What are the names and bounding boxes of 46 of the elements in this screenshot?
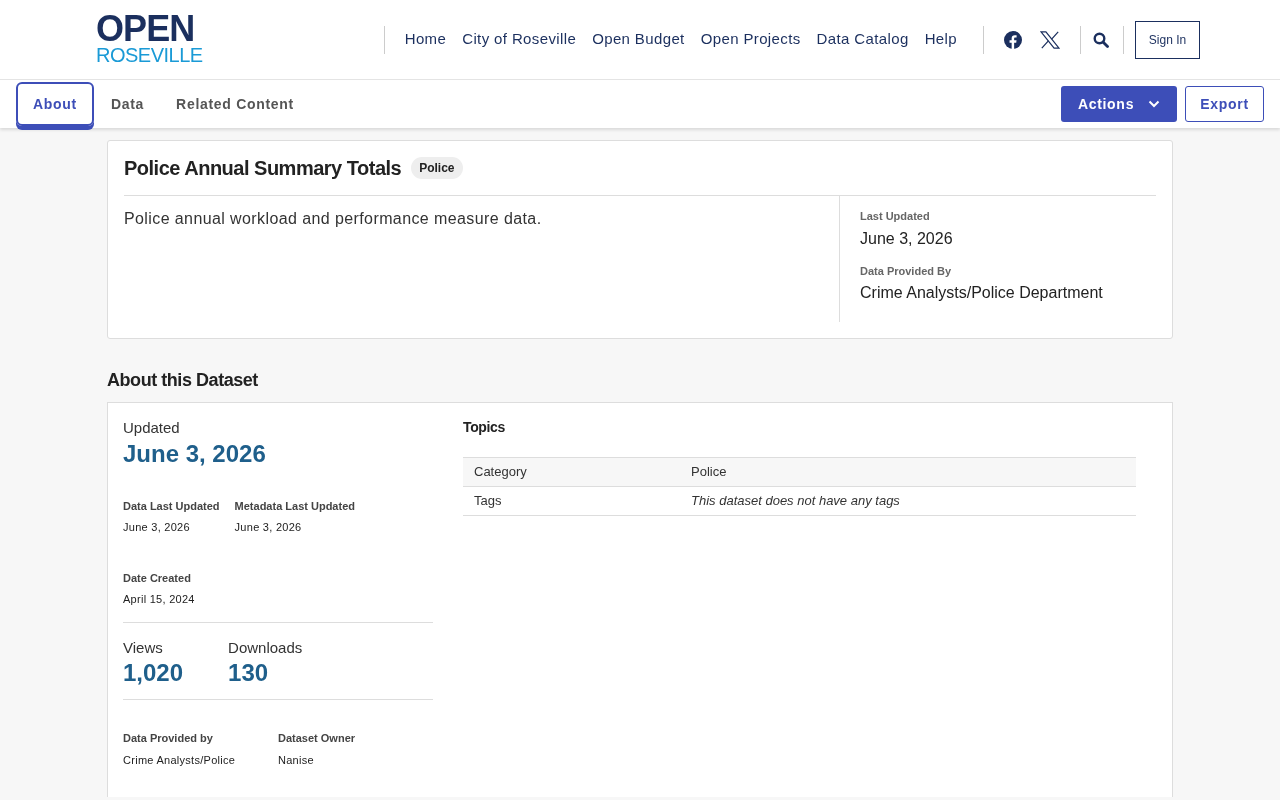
logo-subtitle: ROSEVILLE (96, 43, 203, 66)
field-label: Metadata Last Updated (234, 498, 355, 514)
nav-link[interactable]: Open Budget (592, 28, 685, 51)
search-icon[interactable] (1093, 31, 1109, 48)
dataset-title: Police Annual Summary Totals (124, 156, 402, 181)
section-heading: About this Dataset (107, 369, 259, 392)
field-value: June 3, 2026 (123, 520, 191, 535)
nav-link[interactable]: Home (404, 28, 447, 51)
facebook-icon[interactable] (1004, 30, 1022, 49)
category-tag[interactable]: Police (411, 157, 463, 179)
nav-link[interactable]: Data Catalog (816, 28, 909, 51)
nav-link[interactable]: City of Roseville (462, 28, 577, 51)
stat-label: Views (123, 637, 164, 658)
table-cell: Tags (463, 486, 691, 516)
field-label: Data Last Updated (123, 498, 220, 514)
meta-value: Crime Analysts/Police Department (860, 283, 1104, 303)
table-cell: This dataset does not have any tags (691, 486, 1136, 516)
field-value: Nanise (278, 752, 315, 768)
tab[interactable]: Data (95, 82, 160, 126)
table-cell: Police (691, 457, 1136, 487)
field-label: Data Provided by (123, 731, 214, 746)
dataset-description: Police annual workload and performance measure data. (124, 209, 543, 229)
stat-label: Downloads (228, 637, 303, 658)
nav-link[interactable]: Help (924, 28, 957, 51)
actions-button[interactable]: Actions (1061, 86, 1177, 122)
field-value: June 3, 2026 (234, 520, 303, 535)
sign-in-button[interactable]: Sign In (1135, 20, 1200, 59)
meta-label: Data Provided By (860, 263, 953, 279)
stat-value: 1,020 (123, 659, 184, 687)
field-value: April 15, 2024 (123, 592, 196, 607)
export-button[interactable]: Export (1185, 86, 1264, 122)
x-logo-icon[interactable] (1040, 30, 1060, 49)
updated-label: Updated (123, 418, 181, 438)
table-cell: Category (463, 457, 691, 487)
meta-value: June 3, 2026 (860, 228, 954, 249)
nav-link[interactable]: Open Projects (700, 28, 801, 51)
field-value: Crime Analysts/Police (123, 752, 237, 768)
field-label: Date Created (123, 570, 192, 586)
tab[interactable]: Related Content (161, 82, 309, 126)
stat-value: 130 (228, 659, 270, 687)
field-label: Dataset Owner (278, 731, 357, 746)
chevron-down-icon (1148, 100, 1161, 108)
logo-wordmark[interactable]: OPEN (96, 13, 203, 44)
updated-date: June 3, 2026 (123, 439, 267, 468)
meta-label: Last Updated (860, 209, 931, 224)
topics-heading: Topics (463, 418, 506, 437)
